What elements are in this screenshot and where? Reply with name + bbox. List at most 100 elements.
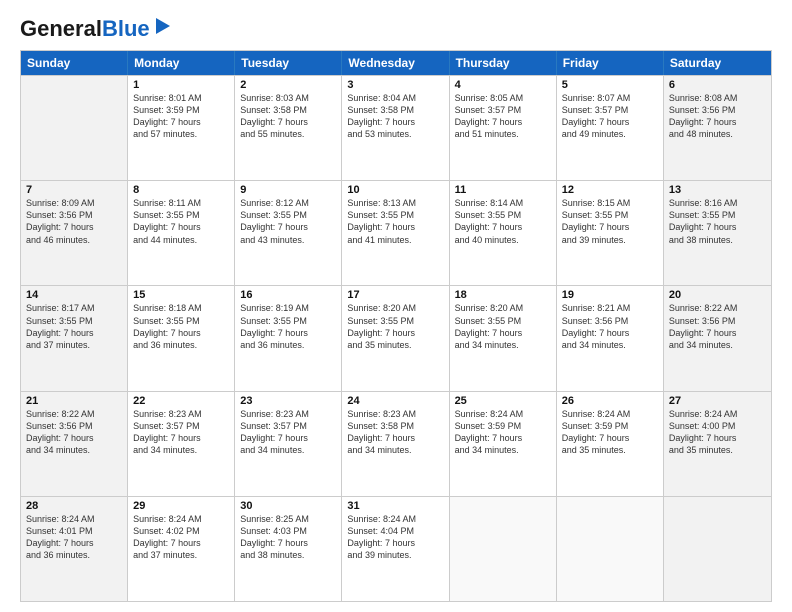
day-cell-9: 9Sunrise: 8:12 AM Sunset: 3:55 PM Daylig… <box>235 181 342 285</box>
day-number: 24 <box>347 395 443 407</box>
day-info: Sunrise: 8:22 AM Sunset: 3:56 PM Dayligh… <box>26 408 122 457</box>
day-info: Sunrise: 8:18 AM Sunset: 3:55 PM Dayligh… <box>133 302 229 351</box>
logo-general: General <box>20 16 102 41</box>
day-number: 29 <box>133 500 229 512</box>
day-info: Sunrise: 8:23 AM Sunset: 3:57 PM Dayligh… <box>240 408 336 457</box>
day-number: 21 <box>26 395 122 407</box>
day-info: Sunrise: 8:23 AM Sunset: 3:57 PM Dayligh… <box>133 408 229 457</box>
logo-icon <box>152 16 174 38</box>
day-number: 17 <box>347 289 443 301</box>
day-cell-10: 10Sunrise: 8:13 AM Sunset: 3:55 PM Dayli… <box>342 181 449 285</box>
day-info: Sunrise: 8:19 AM Sunset: 3:55 PM Dayligh… <box>240 302 336 351</box>
day-cell-27: 27Sunrise: 8:24 AM Sunset: 4:00 PM Dayli… <box>664 392 771 496</box>
day-number: 28 <box>26 500 122 512</box>
day-cell-13: 13Sunrise: 8:16 AM Sunset: 3:55 PM Dayli… <box>664 181 771 285</box>
header-cell-thursday: Thursday <box>450 51 557 75</box>
day-info: Sunrise: 8:20 AM Sunset: 3:55 PM Dayligh… <box>455 302 551 351</box>
day-cell-2: 2Sunrise: 8:03 AM Sunset: 3:58 PM Daylig… <box>235 76 342 180</box>
header-cell-tuesday: Tuesday <box>235 51 342 75</box>
day-info: Sunrise: 8:20 AM Sunset: 3:55 PM Dayligh… <box>347 302 443 351</box>
day-info: Sunrise: 8:24 AM Sunset: 4:00 PM Dayligh… <box>669 408 766 457</box>
logo-blue: Blue <box>102 16 150 41</box>
day-number: 5 <box>562 79 658 91</box>
day-info: Sunrise: 8:16 AM Sunset: 3:55 PM Dayligh… <box>669 197 766 246</box>
day-cell-25: 25Sunrise: 8:24 AM Sunset: 3:59 PM Dayli… <box>450 392 557 496</box>
day-number: 7 <box>26 184 122 196</box>
calendar-row-2: 14Sunrise: 8:17 AM Sunset: 3:55 PM Dayli… <box>21 285 771 390</box>
logo: GeneralBlue <box>20 18 174 40</box>
day-cell-19: 19Sunrise: 8:21 AM Sunset: 3:56 PM Dayli… <box>557 286 664 390</box>
day-info: Sunrise: 8:07 AM Sunset: 3:57 PM Dayligh… <box>562 92 658 141</box>
page: GeneralBlue SundayMondayTuesdayWednesday… <box>0 0 792 612</box>
calendar-row-1: 7Sunrise: 8:09 AM Sunset: 3:56 PM Daylig… <box>21 180 771 285</box>
day-number: 18 <box>455 289 551 301</box>
day-info: Sunrise: 8:09 AM Sunset: 3:56 PM Dayligh… <box>26 197 122 246</box>
day-cell-23: 23Sunrise: 8:23 AM Sunset: 3:57 PM Dayli… <box>235 392 342 496</box>
day-number: 22 <box>133 395 229 407</box>
day-cell-30: 30Sunrise: 8:25 AM Sunset: 4:03 PM Dayli… <box>235 497 342 601</box>
empty-cell-4-5 <box>557 497 664 601</box>
day-info: Sunrise: 8:13 AM Sunset: 3:55 PM Dayligh… <box>347 197 443 246</box>
empty-cell-4-6 <box>664 497 771 601</box>
day-info: Sunrise: 8:24 AM Sunset: 4:02 PM Dayligh… <box>133 513 229 562</box>
day-info: Sunrise: 8:22 AM Sunset: 3:56 PM Dayligh… <box>669 302 766 351</box>
day-cell-6: 6Sunrise: 8:08 AM Sunset: 3:56 PM Daylig… <box>664 76 771 180</box>
day-cell-3: 3Sunrise: 8:04 AM Sunset: 3:58 PM Daylig… <box>342 76 449 180</box>
header-cell-friday: Friday <box>557 51 664 75</box>
day-cell-29: 29Sunrise: 8:24 AM Sunset: 4:02 PM Dayli… <box>128 497 235 601</box>
calendar-row-3: 21Sunrise: 8:22 AM Sunset: 3:56 PM Dayli… <box>21 391 771 496</box>
day-info: Sunrise: 8:17 AM Sunset: 3:55 PM Dayligh… <box>26 302 122 351</box>
header: GeneralBlue <box>20 18 772 40</box>
day-cell-24: 24Sunrise: 8:23 AM Sunset: 3:58 PM Dayli… <box>342 392 449 496</box>
header-cell-wednesday: Wednesday <box>342 51 449 75</box>
calendar: SundayMondayTuesdayWednesdayThursdayFrid… <box>20 50 772 602</box>
day-cell-28: 28Sunrise: 8:24 AM Sunset: 4:01 PM Dayli… <box>21 497 128 601</box>
day-cell-1: 1Sunrise: 8:01 AM Sunset: 3:59 PM Daylig… <box>128 76 235 180</box>
day-info: Sunrise: 8:14 AM Sunset: 3:55 PM Dayligh… <box>455 197 551 246</box>
calendar-header: SundayMondayTuesdayWednesdayThursdayFrid… <box>21 51 771 75</box>
day-cell-11: 11Sunrise: 8:14 AM Sunset: 3:55 PM Dayli… <box>450 181 557 285</box>
day-info: Sunrise: 8:01 AM Sunset: 3:59 PM Dayligh… <box>133 92 229 141</box>
day-info: Sunrise: 8:21 AM Sunset: 3:56 PM Dayligh… <box>562 302 658 351</box>
day-cell-22: 22Sunrise: 8:23 AM Sunset: 3:57 PM Dayli… <box>128 392 235 496</box>
day-info: Sunrise: 8:24 AM Sunset: 3:59 PM Dayligh… <box>562 408 658 457</box>
day-number: 20 <box>669 289 766 301</box>
day-number: 6 <box>669 79 766 91</box>
day-info: Sunrise: 8:24 AM Sunset: 4:01 PM Dayligh… <box>26 513 122 562</box>
day-info: Sunrise: 8:24 AM Sunset: 3:59 PM Dayligh… <box>455 408 551 457</box>
empty-cell-0-0 <box>21 76 128 180</box>
day-number: 8 <box>133 184 229 196</box>
logo-text: GeneralBlue <box>20 18 150 40</box>
day-number: 31 <box>347 500 443 512</box>
day-cell-31: 31Sunrise: 8:24 AM Sunset: 4:04 PM Dayli… <box>342 497 449 601</box>
day-cell-20: 20Sunrise: 8:22 AM Sunset: 3:56 PM Dayli… <box>664 286 771 390</box>
day-info: Sunrise: 8:23 AM Sunset: 3:58 PM Dayligh… <box>347 408 443 457</box>
day-number: 3 <box>347 79 443 91</box>
day-number: 10 <box>347 184 443 196</box>
empty-cell-4-4 <box>450 497 557 601</box>
day-number: 25 <box>455 395 551 407</box>
day-info: Sunrise: 8:15 AM Sunset: 3:55 PM Dayligh… <box>562 197 658 246</box>
day-number: 16 <box>240 289 336 301</box>
day-number: 12 <box>562 184 658 196</box>
day-number: 26 <box>562 395 658 407</box>
day-cell-21: 21Sunrise: 8:22 AM Sunset: 3:56 PM Dayli… <box>21 392 128 496</box>
day-number: 11 <box>455 184 551 196</box>
day-number: 4 <box>455 79 551 91</box>
day-cell-17: 17Sunrise: 8:20 AM Sunset: 3:55 PM Dayli… <box>342 286 449 390</box>
day-number: 1 <box>133 79 229 91</box>
day-number: 19 <box>562 289 658 301</box>
day-cell-12: 12Sunrise: 8:15 AM Sunset: 3:55 PM Dayli… <box>557 181 664 285</box>
day-cell-8: 8Sunrise: 8:11 AM Sunset: 3:55 PM Daylig… <box>128 181 235 285</box>
day-cell-5: 5Sunrise: 8:07 AM Sunset: 3:57 PM Daylig… <box>557 76 664 180</box>
day-number: 2 <box>240 79 336 91</box>
day-number: 23 <box>240 395 336 407</box>
day-cell-15: 15Sunrise: 8:18 AM Sunset: 3:55 PM Dayli… <box>128 286 235 390</box>
calendar-row-4: 28Sunrise: 8:24 AM Sunset: 4:01 PM Dayli… <box>21 496 771 601</box>
day-number: 14 <box>26 289 122 301</box>
calendar-row-0: 1Sunrise: 8:01 AM Sunset: 3:59 PM Daylig… <box>21 75 771 180</box>
day-cell-4: 4Sunrise: 8:05 AM Sunset: 3:57 PM Daylig… <box>450 76 557 180</box>
day-cell-18: 18Sunrise: 8:20 AM Sunset: 3:55 PM Dayli… <box>450 286 557 390</box>
day-cell-14: 14Sunrise: 8:17 AM Sunset: 3:55 PM Dayli… <box>21 286 128 390</box>
day-info: Sunrise: 8:08 AM Sunset: 3:56 PM Dayligh… <box>669 92 766 141</box>
